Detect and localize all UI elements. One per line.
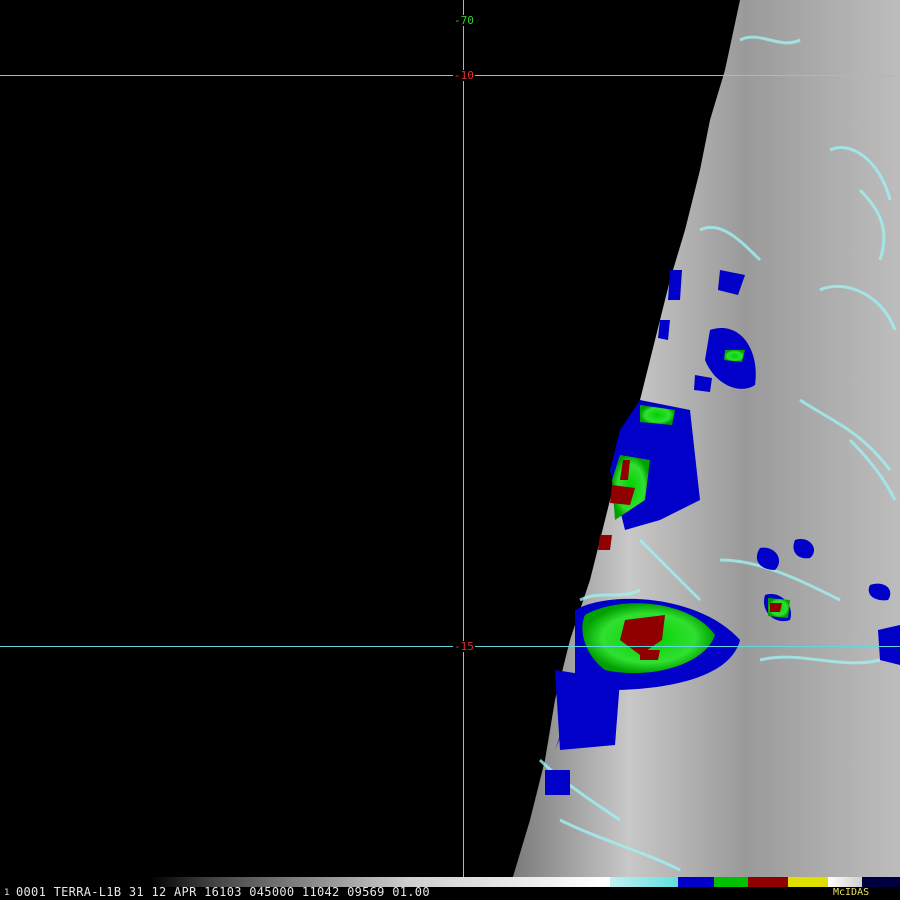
ir-imagery: [512, 0, 900, 880]
longitude-line-minus70: [463, 0, 464, 880]
latitude-line-minus10: [0, 75, 900, 76]
latitude-label: -10: [453, 69, 475, 82]
longitude-label: -70: [453, 14, 475, 27]
brand-color-swatch: [828, 877, 900, 887]
satellite-image-viewer: -70 -10 -15 1 0001 TERRA-L1B 31 12 APR 1…: [0, 0, 900, 900]
image-info-text: 0001 TERRA-L1B 31 12 APR 16103 045000 11…: [16, 885, 430, 899]
frame-number: 1: [4, 888, 10, 898]
mcidas-logo-text: McIDAS: [833, 887, 870, 898]
enhancement-color-bar: [150, 877, 828, 887]
latitude-label: -15: [453, 640, 475, 653]
latitude-line-minus15: [0, 646, 900, 647]
